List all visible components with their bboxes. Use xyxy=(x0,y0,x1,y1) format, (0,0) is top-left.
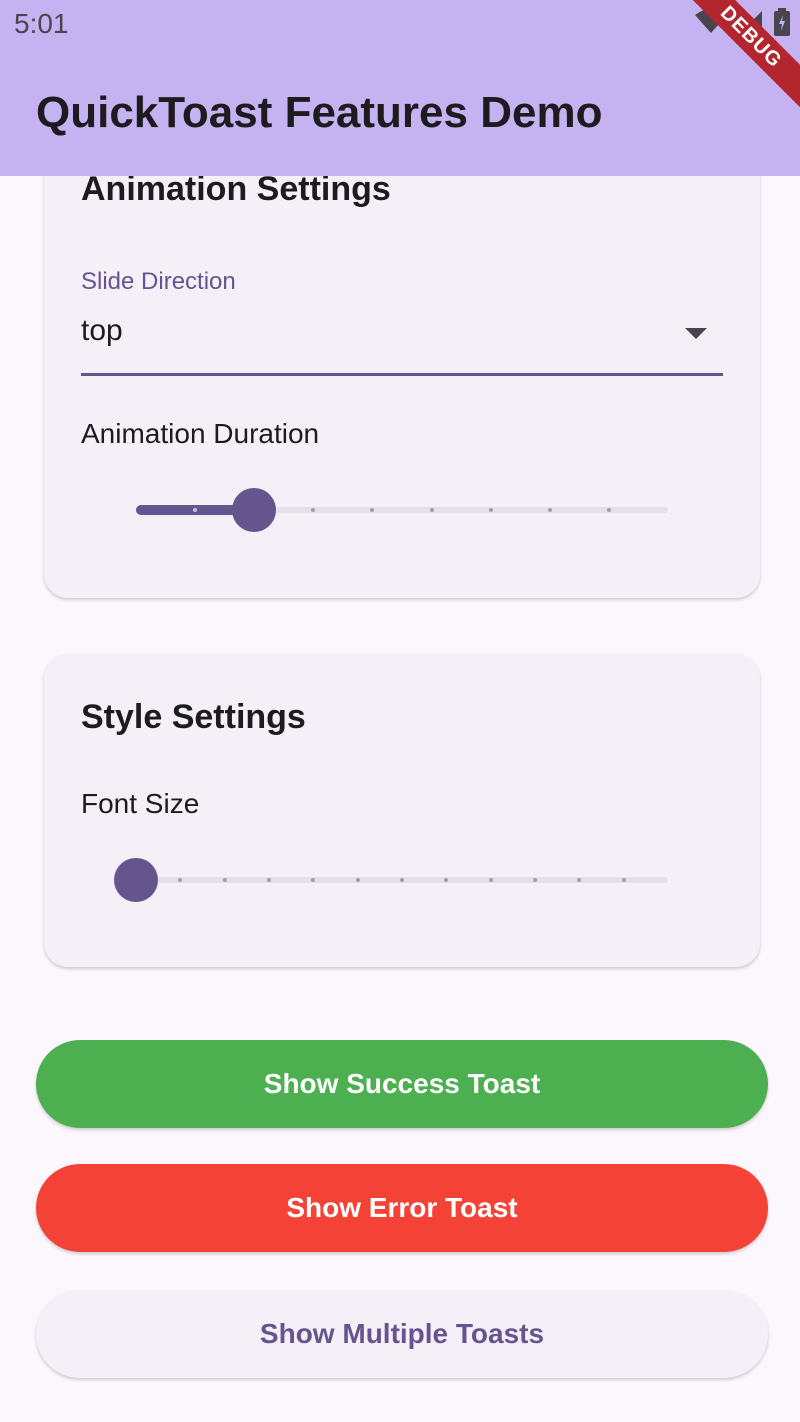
slider-tick xyxy=(606,508,611,512)
font-size-label: Font Size xyxy=(81,788,200,819)
font-size-slider[interactable] xyxy=(114,858,668,902)
slider-tick xyxy=(488,508,493,512)
page-title: QuickToast Features Demo xyxy=(36,88,603,137)
slide-direction-value: top xyxy=(81,314,123,347)
show-multiple-toasts-button[interactable]: Show Multiple Toasts xyxy=(36,1290,768,1378)
app-bar: 5:01 QuickToast Features Demo DEBUG xyxy=(0,0,800,176)
slide-direction-label: Slide Direction xyxy=(81,268,236,295)
show-error-toast-button[interactable]: Show Error Toast xyxy=(36,1164,768,1252)
slider-tick xyxy=(621,878,626,882)
slider-thumb[interactable] xyxy=(232,488,277,532)
slider-tick xyxy=(533,878,537,882)
slide-direction-dropdown[interactable]: top xyxy=(81,304,723,376)
animation-duration-slider[interactable] xyxy=(136,488,668,532)
slider-tick xyxy=(547,508,552,512)
battery-icon xyxy=(774,8,790,41)
style-settings-title: Style Settings xyxy=(81,698,306,736)
slider-thumb[interactable] xyxy=(114,858,158,902)
animation-settings-card: Animation Settings Slide Direction top A… xyxy=(44,120,760,598)
slider-tick xyxy=(488,878,493,882)
slider-tick xyxy=(400,878,404,882)
dropdown-arrow-icon xyxy=(685,328,707,339)
slider-tick xyxy=(222,878,227,882)
slider-tick xyxy=(267,878,271,882)
show-success-toast-button[interactable]: Show Success Toast xyxy=(36,1040,768,1128)
style-settings-card: Style Settings Font Size xyxy=(44,654,760,967)
slider-tick xyxy=(429,508,434,512)
status-time: 5:01 xyxy=(14,8,69,39)
slider-tick xyxy=(355,878,360,882)
animation-duration-label: Animation Duration xyxy=(81,418,320,449)
